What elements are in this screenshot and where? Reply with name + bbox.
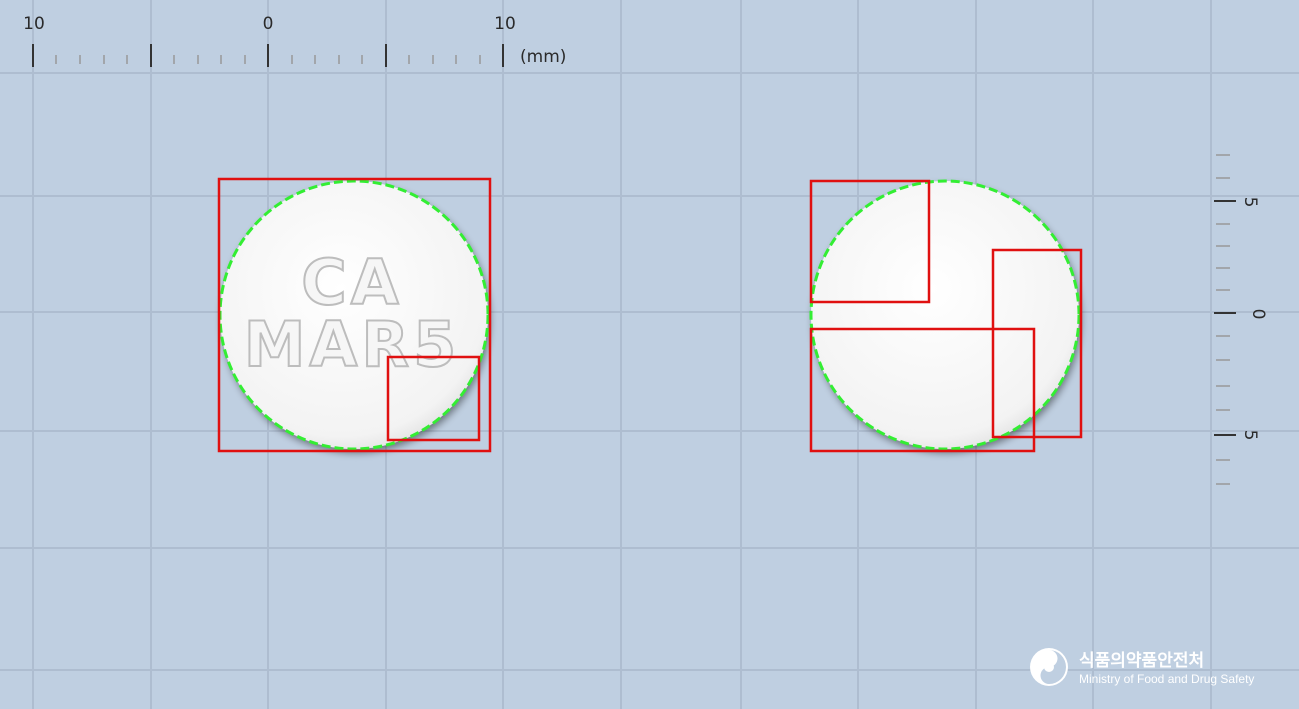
pill-photo-scene: 10 0 10 (mm) 5 0 5 CA MAR5 식품의약품안전처 Mini… [0, 0, 1299, 709]
logo-korean-name: 식품의약품안전처 [1079, 650, 1204, 671]
background-grid [0, 0, 1299, 709]
side-ruler-label-top: 5 [1240, 197, 1260, 208]
tablet-back [809, 179, 1081, 451]
side-ruler: 5 0 5 [1214, 154, 1268, 485]
tablet-front-imprint-line2: MAR5 [244, 308, 461, 381]
side-ruler-label-bottom: 5 [1240, 430, 1260, 441]
logo-english-name: Ministry of Food and Drug Safety [1079, 672, 1254, 686]
side-ruler-ticks [1214, 154, 1236, 485]
ruler-unit-label: (mm) [520, 47, 566, 67]
top-ruler-label-right: 10 [494, 14, 516, 34]
side-ruler-label-zero: 0 [1248, 309, 1268, 320]
top-ruler-ticks [32, 44, 504, 67]
top-ruler-label-left: 10 [23, 14, 45, 34]
tablet-front: CA MAR5 [218, 179, 490, 451]
top-ruler-label-zero: 0 [263, 14, 274, 34]
top-ruler: 10 0 10 (mm) [23, 14, 566, 67]
mfds-logo-icon [1030, 648, 1068, 686]
mfds-logo: 식품의약품안전처 Ministry of Food and Drug Safet… [1030, 648, 1254, 686]
